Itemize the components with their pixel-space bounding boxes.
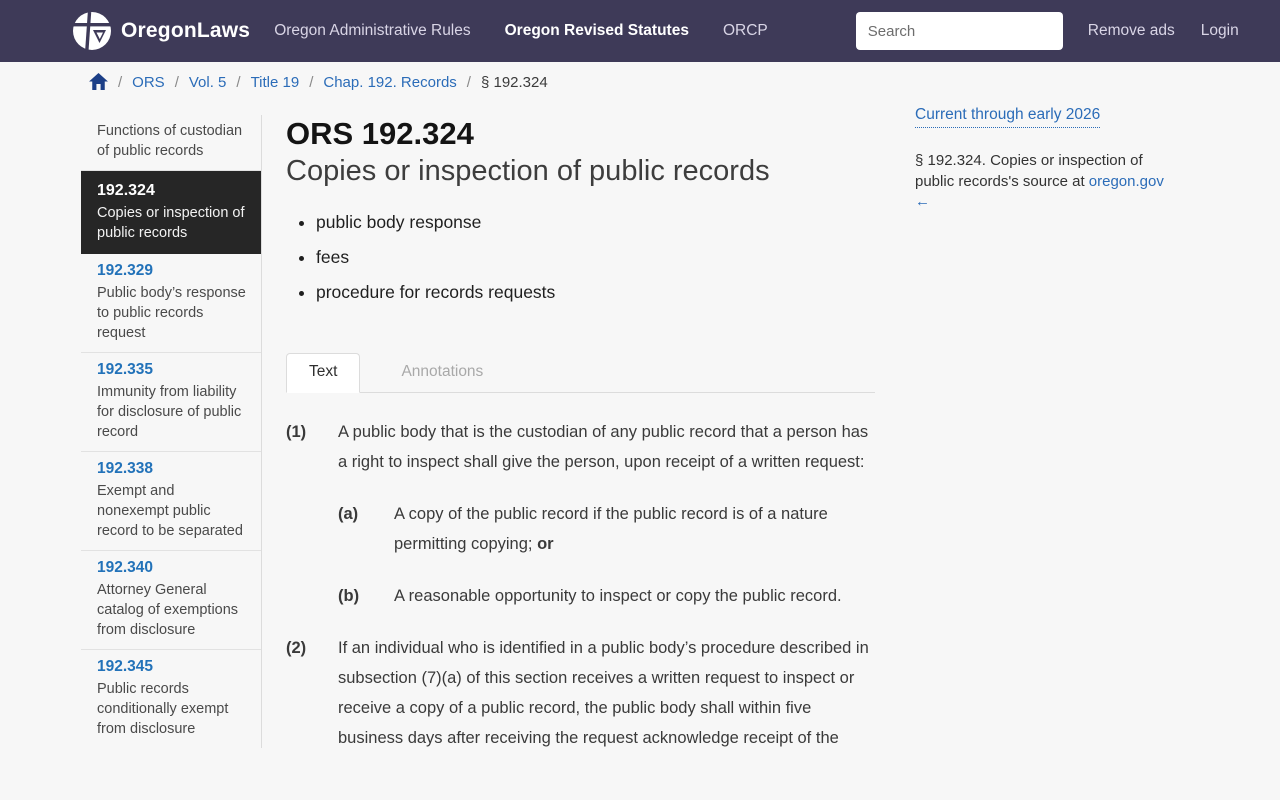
source-note: § 192.324. Copies or inspection of publi…	[915, 152, 1164, 210]
sidebar-item-title: Functions of custodian of public records	[97, 123, 243, 159]
right-info-rail: Current through early 2026 § 192.324. Co…	[915, 106, 1177, 213]
page-title: ORS 192.324	[286, 116, 474, 151]
paragraph-number: (b)	[338, 587, 360, 605]
topic-bullet: public body response	[316, 212, 875, 233]
primary-nav: Oregon Administrative Rules Oregon Revis…	[274, 22, 768, 40]
sidebar-item-192-318[interactable]: Functions of custodian of public records	[81, 115, 261, 171]
breadcrumb-separator: /	[174, 73, 179, 91]
remove-ads-link[interactable]: Remove ads	[1088, 22, 1175, 40]
sidebar-item-192-335[interactable]: 192.335 Immunity from liability for disc…	[81, 353, 261, 452]
statute-paragraph-2: (2) If an individual who is identified i…	[286, 633, 875, 753]
paragraph-number: (1)	[286, 423, 307, 441]
paragraph-text: If an individual who is identified in a …	[338, 639, 869, 747]
statute-paragraph-1b: (b) A reasonable opportunity to inspect …	[338, 581, 875, 611]
breadcrumb-separator: /	[118, 73, 123, 91]
top-navbar: OregonLaws Oregon Administrative Rules O…	[0, 0, 1280, 62]
paragraph-text: A public body that is the custodian of a…	[338, 423, 869, 471]
breadcrumb-separator: /	[236, 73, 241, 91]
oregonlaws-logo-icon	[72, 11, 112, 51]
content-tab-bar: Text Annotations	[286, 353, 875, 393]
sidebar-item-number: 192.335	[97, 361, 154, 378]
statute-text-body: (1) A public body that is the custodian …	[286, 417, 875, 753]
brand-logo[interactable]: OregonLaws	[72, 11, 250, 51]
nav-oregon-revised-statutes[interactable]: Oregon Revised Statutes	[505, 22, 689, 40]
search-input[interactable]	[855, 12, 1063, 50]
paragraph-number: (a)	[338, 505, 359, 523]
sidebar-item-192-329[interactable]: 192.329 Public body’s response to public…	[81, 254, 261, 353]
sidebar-item-title: Public body’s response to public records…	[97, 285, 246, 341]
statute-list-sidebar: Functions of custodian of public records…	[81, 115, 262, 748]
statute-main-content: ORS 192.324 Copies or inspection of publ…	[286, 106, 875, 775]
tab-text[interactable]: Text	[286, 353, 361, 393]
breadcrumb-vol-5[interactable]: Vol. 5	[189, 74, 227, 91]
breadcrumb: / ORS / Vol. 5 / Title 19 / Chap. 192. R…	[89, 68, 548, 96]
paragraph-number: (2)	[286, 639, 307, 657]
breadcrumb-separator: /	[466, 73, 471, 91]
topic-bullet: fees	[316, 247, 875, 268]
sidebar-item-number: 192.340	[97, 559, 154, 576]
breadcrumb-title-19[interactable]: Title 19	[251, 74, 300, 91]
nav-orcp[interactable]: ORCP	[723, 22, 768, 40]
statute-paragraph-1a: (a) A copy of the public record if the p…	[338, 499, 875, 559]
page-subtitle: Copies or inspection of public records	[286, 155, 770, 187]
nav-oregon-administrative-rules[interactable]: Oregon Administrative Rules	[274, 22, 470, 40]
sidebar-item-number: 192.338	[97, 460, 154, 477]
header-right-links: Remove ads Login	[1088, 22, 1239, 40]
sidebar-item-number: 192.345	[97, 658, 154, 675]
brand-name: OregonLaws	[121, 19, 251, 42]
sidebar-item-192-338[interactable]: 192.338 Exempt and nonexempt public reco…	[81, 452, 261, 551]
sidebar-item-title: Attorney General catalog of exemptions f…	[97, 582, 239, 638]
login-link[interactable]: Login	[1201, 22, 1239, 40]
sidebar-item-number: 192.324	[97, 182, 155, 199]
sidebar-item-title: Immunity from liability for disclosure o…	[97, 384, 242, 440]
sidebar-item-192-345[interactable]: 192.345 Public records conditionally exe…	[81, 650, 261, 748]
sidebar-item-title: Public records conditionally exempt from…	[97, 681, 229, 737]
home-icon[interactable]	[89, 73, 108, 91]
breadcrumb-separator: /	[309, 73, 314, 91]
breadcrumb-chap-192[interactable]: Chap. 192. Records	[323, 74, 456, 91]
breadcrumb-current-section: § 192.324	[480, 73, 548, 91]
topic-bullet: procedure for records requests	[316, 282, 875, 303]
sidebar-item-number: 192.329	[97, 262, 154, 279]
tab-annotations[interactable]: Annotations	[378, 353, 506, 392]
paragraph-text: A copy of the public record if the publi…	[394, 505, 828, 553]
sidebar-item-192-340[interactable]: 192.340 Attorney General catalog of exem…	[81, 551, 261, 650]
sidebar-item-title: Exempt and nonexempt public record to be…	[97, 483, 243, 539]
sidebar-item-192-324-active[interactable]: 192.324 Copies or inspection of public r…	[81, 171, 261, 254]
breadcrumb-ors[interactable]: ORS	[132, 74, 165, 91]
sidebar-item-title: Copies or inspection of public records	[97, 205, 245, 241]
current-through-link[interactable]: Current through early 2026	[915, 106, 1101, 128]
paragraph-text: A reasonable opportunity to inspect or c…	[394, 587, 842, 605]
topic-bullet-list: public body response fees procedure for …	[286, 212, 875, 303]
statute-paragraph-1: (1) A public body that is the custodian …	[286, 417, 875, 477]
